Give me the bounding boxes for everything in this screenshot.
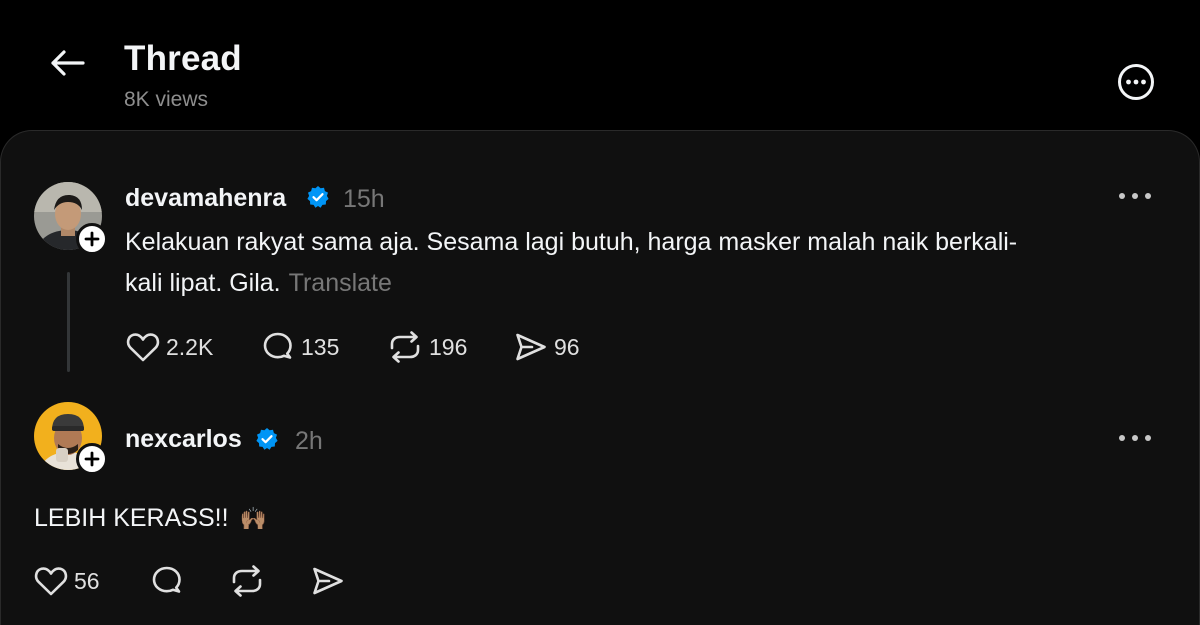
share-icon: [313, 567, 343, 595]
reply-comment-button[interactable]: [150, 565, 184, 597]
share-icon: [516, 333, 546, 361]
view-count: 8K views: [124, 88, 209, 111]
reply-username[interactable]: nexcarlos: [125, 425, 242, 454]
more-options-button[interactable]: [1114, 60, 1158, 104]
reply-text-content: LEBIH KERASS!!: [34, 504, 229, 532]
post-text-line-1: Kelakuan rakyat sama aja. Sesama lagi bu…: [125, 228, 1018, 256]
reply-emoji: 🙌🏽: [239, 506, 267, 531]
reply-like-count: 56: [74, 567, 100, 594]
back-arrow-icon: [51, 50, 85, 76]
reply-repost-button[interactable]: [229, 565, 265, 597]
like-count: 2.2K: [166, 333, 214, 360]
share-button[interactable]: 96: [514, 331, 580, 363]
post-time: 15h: [343, 185, 385, 213]
reply-more-button[interactable]: [1115, 426, 1155, 450]
reply-count: 135: [301, 333, 340, 360]
plus-icon: [84, 451, 100, 467]
repost-count: 196: [429, 333, 468, 360]
post-more-button[interactable]: [1115, 184, 1155, 208]
comment-icon: [263, 332, 292, 359]
repost-icon: [390, 331, 420, 363]
reply-author-avatar-wrap[interactable]: [34, 402, 108, 475]
share-count: 96: [554, 333, 580, 360]
post-text-line-2: kali lipat. Gila.: [125, 269, 281, 297]
plus-icon: [84, 231, 100, 247]
reply-text: LEBIH KERASS!! 🙌🏽: [34, 498, 267, 539]
heart-icon: [126, 333, 160, 362]
more-dots-icon: [1119, 193, 1151, 199]
follow-button[interactable]: [76, 443, 108, 475]
page-header: Thread 8K views: [0, 0, 1200, 130]
heart-icon: [34, 567, 68, 596]
comment-icon: [152, 566, 181, 593]
back-button[interactable]: [44, 40, 90, 86]
post-username[interactable]: devamahenra: [125, 184, 286, 213]
reply-like-button[interactable]: 56: [34, 565, 100, 597]
repost-icon: [232, 565, 262, 597]
thread-connector-line: [67, 272, 70, 372]
page-title: Thread: [124, 39, 242, 78]
verified-badge-icon: [307, 186, 329, 208]
reply-button[interactable]: 135: [261, 331, 339, 363]
reply-share-button[interactable]: [311, 565, 345, 597]
post-author-avatar-wrap[interactable]: [34, 182, 108, 255]
verified-badge-icon: [256, 428, 278, 450]
translate-link[interactable]: Translate: [289, 269, 392, 297]
more-circle-icon: [1118, 64, 1154, 100]
reply-time: 2h: [295, 427, 323, 455]
repost-button[interactable]: 196: [387, 331, 467, 363]
more-dots-icon: [1119, 435, 1151, 441]
like-button[interactable]: 2.2K: [126, 331, 213, 363]
post-text: Kelakuan rakyat sama aja. Sesama lagi bu…: [125, 222, 1165, 304]
follow-button[interactable]: [76, 223, 108, 255]
